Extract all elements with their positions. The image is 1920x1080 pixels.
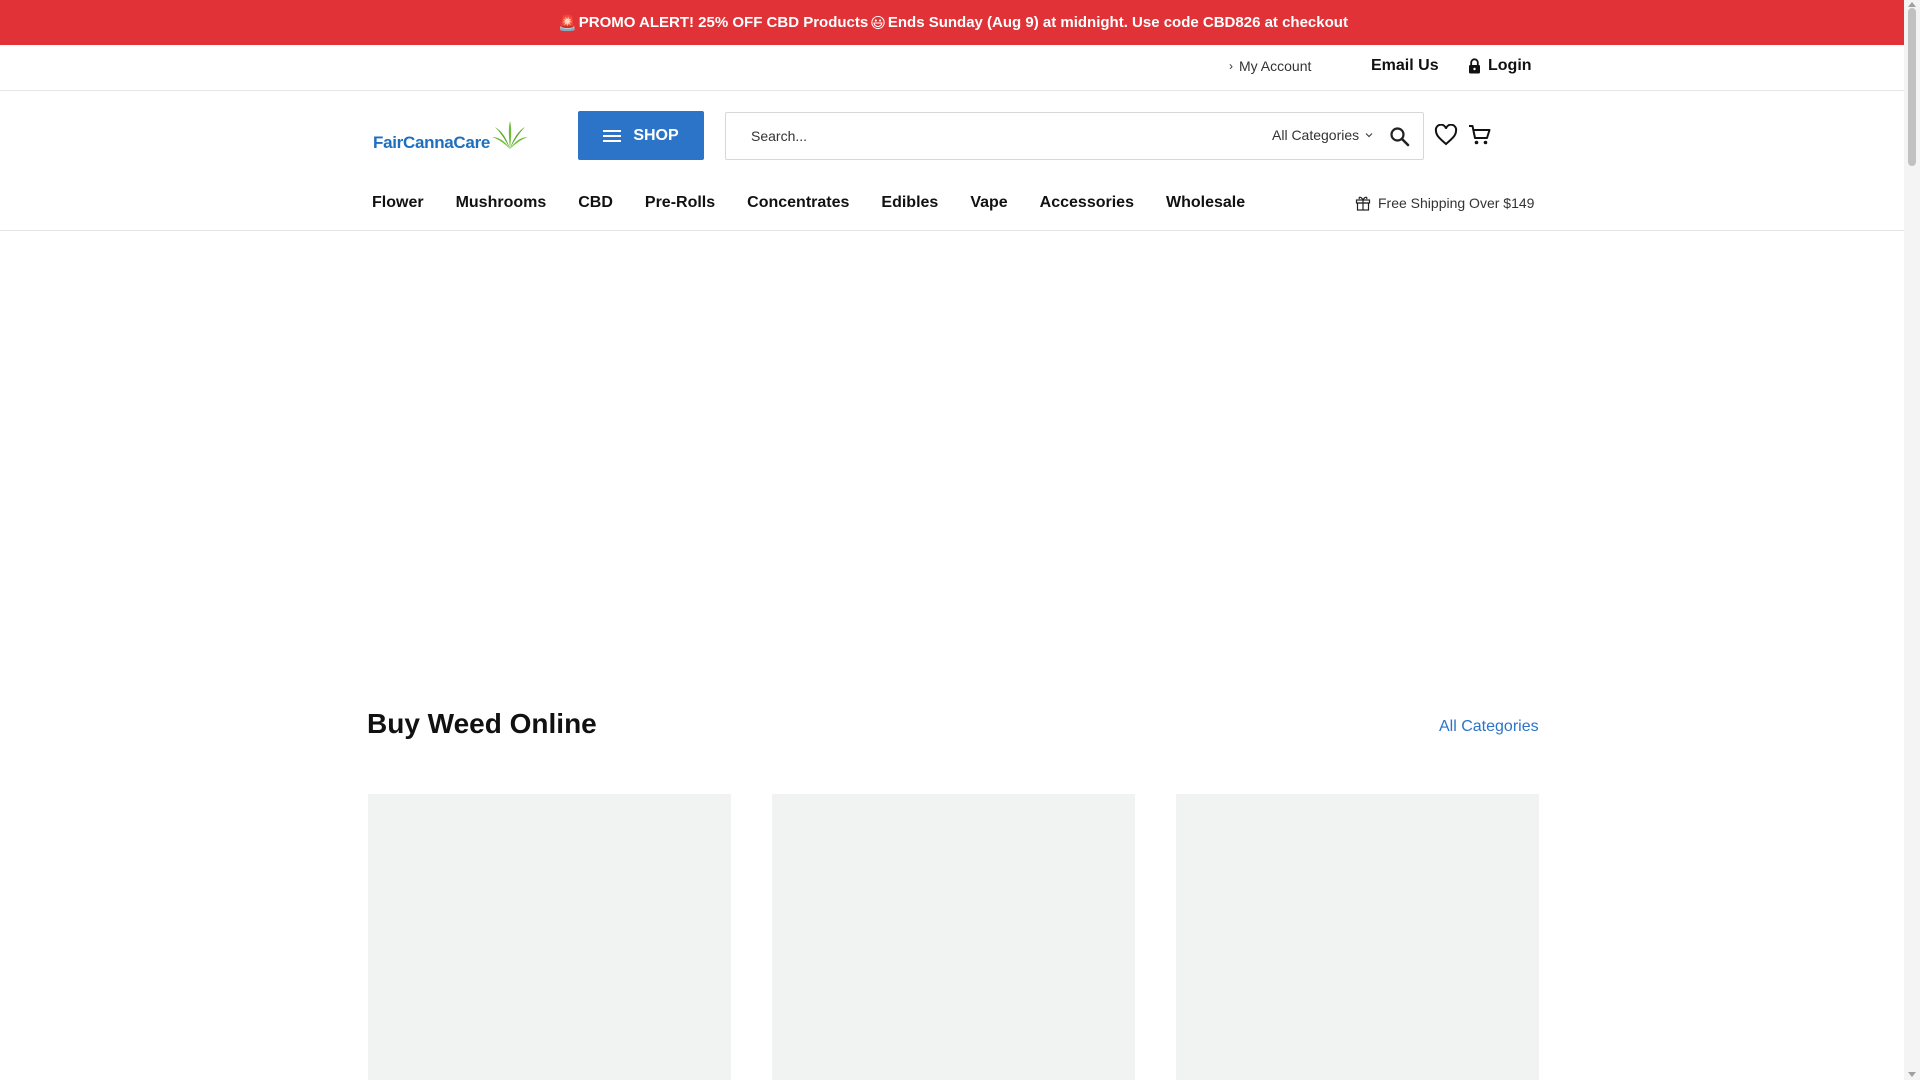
nav-item-flower[interactable]: Flower bbox=[372, 194, 424, 212]
scroll-down-arrow[interactable] bbox=[1908, 1072, 1916, 1077]
smile-emoji: 😃 bbox=[870, 14, 886, 32]
nav-item-cbd[interactable]: CBD bbox=[578, 194, 613, 212]
category-card-placeholder[interactable] bbox=[368, 794, 731, 1080]
email-us-link[interactable]: Email Us bbox=[1371, 57, 1439, 75]
login-label: Login bbox=[1488, 57, 1532, 74]
category-card-placeholder[interactable] bbox=[1176, 794, 1539, 1080]
menu-icon bbox=[603, 129, 622, 142]
nav-item-mushrooms[interactable]: Mushrooms bbox=[456, 194, 547, 212]
search-box: All Categories bbox=[725, 112, 1424, 160]
promo-bar: 🚨 PROMO ALERT! 25% OFF CBD Products 😃 En… bbox=[0, 0, 1904, 45]
wishlist-button[interactable] bbox=[1434, 123, 1458, 151]
search-icon bbox=[1390, 127, 1410, 147]
nav-item-concentrates[interactable]: Concentrates bbox=[747, 194, 849, 212]
nav-item-vape[interactable]: Vape bbox=[970, 194, 1007, 212]
promo-text-2: Ends Sunday (Aug 9) at midnight. Use cod… bbox=[887, 14, 1348, 31]
page: 🚨 PROMO ALERT! 25% OFF CBD Products 😃 En… bbox=[0, 0, 1920, 1080]
shop-button[interactable]: SHOP bbox=[578, 111, 704, 160]
heart-icon bbox=[1434, 123, 1458, 146]
category-card-placeholder[interactable] bbox=[772, 794, 1135, 1080]
lock-icon bbox=[1469, 58, 1480, 74]
page-scrollbar[interactable] bbox=[1904, 0, 1920, 1080]
nav-item-wholesale[interactable]: Wholesale bbox=[1166, 194, 1245, 212]
search-input[interactable] bbox=[727, 114, 1267, 158]
my-account-label: My Account bbox=[1239, 58, 1312, 74]
promo-text-1: PROMO ALERT! 25% OFF CBD Products bbox=[578, 14, 869, 31]
shop-label: SHOP bbox=[633, 126, 679, 144]
cart-button[interactable] bbox=[1468, 124, 1492, 151]
site-logo[interactable]: FairCannaCare bbox=[373, 121, 529, 153]
scroll-up-arrow[interactable] bbox=[1908, 2, 1916, 7]
gift-icon bbox=[1355, 196, 1371, 211]
category-select[interactable]: All Categories bbox=[1272, 127, 1373, 143]
cart-icon bbox=[1469, 125, 1491, 145]
utility-bar: › My Account Email Us Login bbox=[0, 45, 1904, 91]
nav-item-pre-rolls[interactable]: Pre-Rolls bbox=[645, 194, 715, 212]
nav-item-accessories[interactable]: Accessories bbox=[1040, 194, 1134, 212]
siren-emoji: 🚨 bbox=[558, 14, 577, 32]
scrollbar-thumb[interactable] bbox=[1908, 8, 1916, 166]
login-link[interactable]: Login bbox=[1468, 57, 1532, 75]
nav-item-edibles[interactable]: Edibles bbox=[881, 194, 938, 212]
free-shipping-notice: Free Shipping Over $149 bbox=[1355, 195, 1534, 211]
logo-text: FairCannaCare bbox=[373, 133, 491, 152]
category-nav: Flower Mushrooms CBD Pre-Rolls Concentra… bbox=[0, 180, 1904, 231]
free-shipping-label: Free Shipping Over $149 bbox=[1378, 195, 1535, 211]
leaf-icon bbox=[492, 121, 529, 149]
section-title: Buy Weed Online bbox=[367, 708, 597, 739]
my-account-link[interactable]: › My Account bbox=[1229, 58, 1311, 74]
category-select-label: All Categories bbox=[1272, 127, 1360, 143]
all-categories-link[interactable]: All Categories bbox=[1439, 718, 1539, 736]
chevron-down-icon bbox=[1365, 133, 1373, 138]
search-button[interactable] bbox=[1388, 125, 1412, 149]
chevron-right-icon: › bbox=[1229, 59, 1233, 73]
